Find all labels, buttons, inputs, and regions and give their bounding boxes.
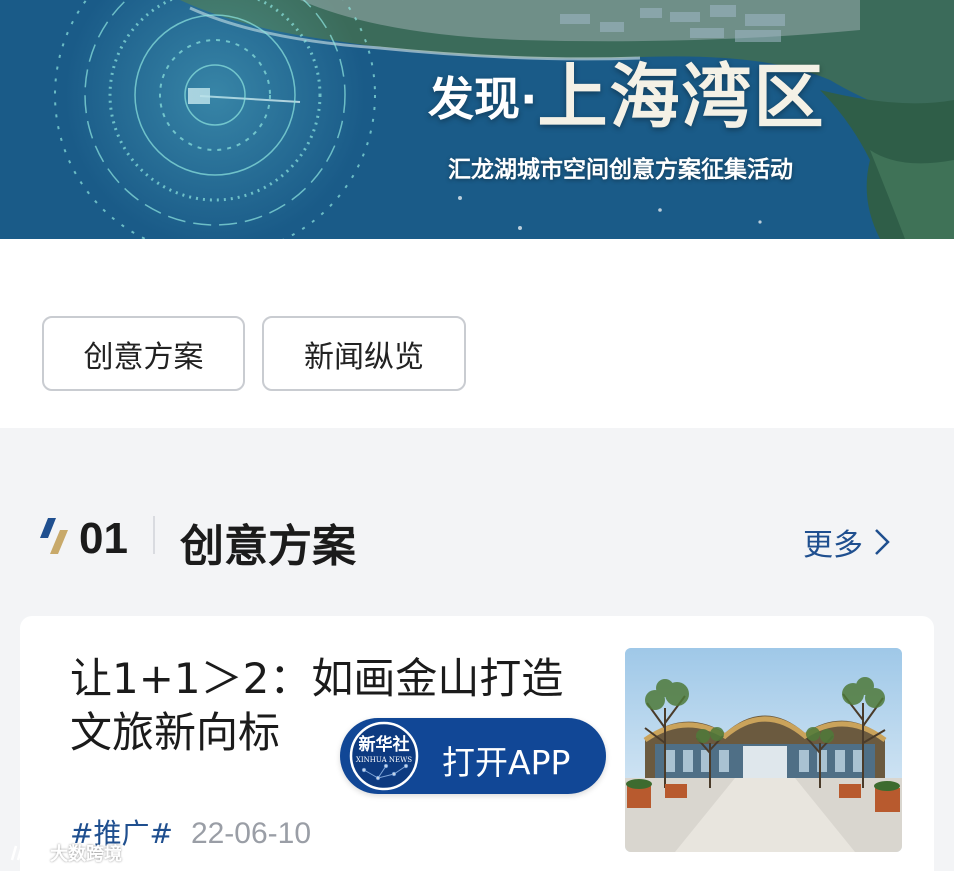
article-thumbnail[interactable] xyxy=(625,648,902,852)
chevron-right-icon xyxy=(875,529,890,555)
hero-banner[interactable]: 发现·上海湾区 汇龙湖城市空间创意方案征集活动 xyxy=(0,0,954,239)
station-photo xyxy=(625,648,902,852)
tab-bar: 创意方案 新闻纵览 xyxy=(0,239,954,428)
open-app-label: 打开APP xyxy=(442,743,571,782)
more-link[interactable]: 更多 xyxy=(803,520,891,564)
section-header: 01 创意方案 更多 xyxy=(0,508,954,572)
banner-title: 发现·上海湾区 xyxy=(428,62,825,132)
banner-title-main: 上海湾区 xyxy=(537,56,826,138)
watermark: 大数跨境 xyxy=(8,840,122,866)
page: 发现·上海湾区 汇龙湖城市空间创意方案征集活动 创意方案 新闻纵览 01 创意方… xyxy=(0,0,954,871)
creative-plans-section: 01 创意方案 更多 让1+1＞2：如画金山打造文旅新向标 #推广# 22-06… xyxy=(0,428,954,871)
more-label: 更多 xyxy=(803,528,863,563)
section-mark-icon xyxy=(40,518,68,554)
article-date: 22-06-10 xyxy=(190,817,312,850)
xinhua-logo-subtext: XINHUA NEWS xyxy=(356,756,412,764)
banner-title-prefix: 发现· xyxy=(428,72,538,126)
open-app-button[interactable]: 新华社 XINHUA NEWS 打开APP xyxy=(340,718,606,794)
section-title: 创意方案 xyxy=(180,521,356,572)
watermark-logo-icon xyxy=(10,845,46,861)
tab-creative-plans[interactable]: 创意方案 xyxy=(42,316,245,391)
section-number: 01 xyxy=(79,514,128,563)
banner-subtitle: 汇龙湖城市空间创意方案征集活动 xyxy=(448,157,793,183)
xinhua-logo-icon: 新华社 XINHUA NEWS xyxy=(349,721,419,791)
watermark-text: 大数跨境 xyxy=(50,844,122,865)
xinhua-logo-text: 新华社 xyxy=(359,734,410,755)
tab-news-overview[interactable]: 新闻纵览 xyxy=(262,316,466,391)
section-divider xyxy=(153,516,155,554)
